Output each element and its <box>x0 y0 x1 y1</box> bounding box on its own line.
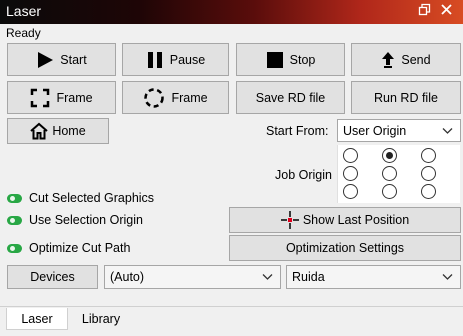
pause-icon <box>146 51 164 69</box>
job-origin-grid <box>337 145 460 203</box>
frame-rect-label: Frame <box>56 90 93 105</box>
origin-radio-top-right[interactable] <box>421 148 436 163</box>
devices-label: Devices <box>30 270 75 284</box>
port-select[interactable]: (Auto) <box>104 265 281 289</box>
send-arrow-icon <box>381 51 395 69</box>
cut-selected-graphics-toggle[interactable] <box>7 194 22 203</box>
origin-radio-center[interactable] <box>382 166 397 181</box>
home-icon <box>30 122 48 140</box>
window-title: Laser <box>6 3 42 19</box>
start-from-value: User Origin <box>343 123 407 138</box>
chevron-down-icon <box>262 274 273 281</box>
restore-icon[interactable] <box>418 3 431 20</box>
origin-radio-bottom-left[interactable] <box>343 184 358 199</box>
controller-select-value: Ruida <box>292 270 325 284</box>
stop-label: Stop <box>289 52 316 67</box>
save-rd-file-label: Save RD file <box>255 90 326 105</box>
play-icon <box>36 51 54 69</box>
home-button[interactable]: Home <box>7 118 109 144</box>
pause-button[interactable]: Pause <box>122 43 229 76</box>
frame-circle-button[interactable]: Frame <box>122 81 229 114</box>
controller-select[interactable]: Ruida <box>286 265 461 289</box>
origin-radio-bottom-center[interactable] <box>382 184 397 199</box>
save-rd-file-button[interactable]: Save RD file <box>236 81 345 114</box>
stop-button[interactable]: Stop <box>236 43 345 76</box>
pause-label: Pause <box>169 52 206 67</box>
run-rd-file-label: Run RD file <box>374 90 438 105</box>
optimization-settings-button[interactable]: Optimization Settings <box>229 235 461 261</box>
status-text: Ready <box>6 26 41 40</box>
frame-rect-button[interactable]: Frame <box>7 81 116 114</box>
send-label: Send <box>401 52 431 67</box>
origin-radio-middle-right[interactable] <box>421 166 436 181</box>
chevron-down-icon <box>442 127 453 134</box>
home-label: Home <box>52 124 86 138</box>
devices-button[interactable]: Devices <box>7 265 98 289</box>
optimize-cut-path-toggle[interactable] <box>7 244 22 253</box>
tab-laser-label: Laser <box>21 311 53 326</box>
tab-library-label: Library <box>81 312 121 326</box>
origin-radio-top-left[interactable] <box>343 148 358 163</box>
show-last-position-button[interactable]: Show Last Position <box>229 207 461 233</box>
tab-library[interactable]: Library <box>70 308 132 330</box>
job-origin-label: Job Origin <box>275 168 332 182</box>
use-selection-origin-toggle[interactable] <box>7 216 22 225</box>
start-from-select[interactable]: User Origin <box>337 119 461 142</box>
frame-rect-icon <box>30 88 50 108</box>
origin-radio-top-center[interactable] <box>382 148 397 163</box>
frame-circle-icon <box>143 87 165 109</box>
chevron-down-icon <box>442 274 453 281</box>
start-from-label: Start From: <box>266 124 329 138</box>
stop-icon <box>266 51 284 69</box>
cut-selected-graphics-label: Cut Selected Graphics <box>29 191 155 205</box>
title-bar: Laser <box>0 0 463 24</box>
start-label: Start <box>60 52 87 67</box>
origin-radio-middle-left[interactable] <box>343 166 358 181</box>
optimization-settings-label: Optimization Settings <box>285 241 405 255</box>
optimize-cut-path-label: Optimize Cut Path <box>29 241 131 255</box>
send-button[interactable]: Send <box>351 43 461 76</box>
use-selection-origin-label: Use Selection Origin <box>29 213 143 227</box>
tab-laser[interactable]: Laser <box>6 308 68 330</box>
frame-circle-label: Frame <box>171 90 208 105</box>
port-select-value: (Auto) <box>110 270 145 284</box>
run-rd-file-button[interactable]: Run RD file <box>351 81 461 114</box>
show-last-position-label: Show Last Position <box>302 213 410 227</box>
tab-divider <box>0 306 463 307</box>
start-button[interactable]: Start <box>7 43 116 76</box>
crosshair-icon <box>280 211 299 229</box>
origin-radio-bottom-right[interactable] <box>421 184 436 199</box>
close-icon[interactable] <box>440 3 453 20</box>
